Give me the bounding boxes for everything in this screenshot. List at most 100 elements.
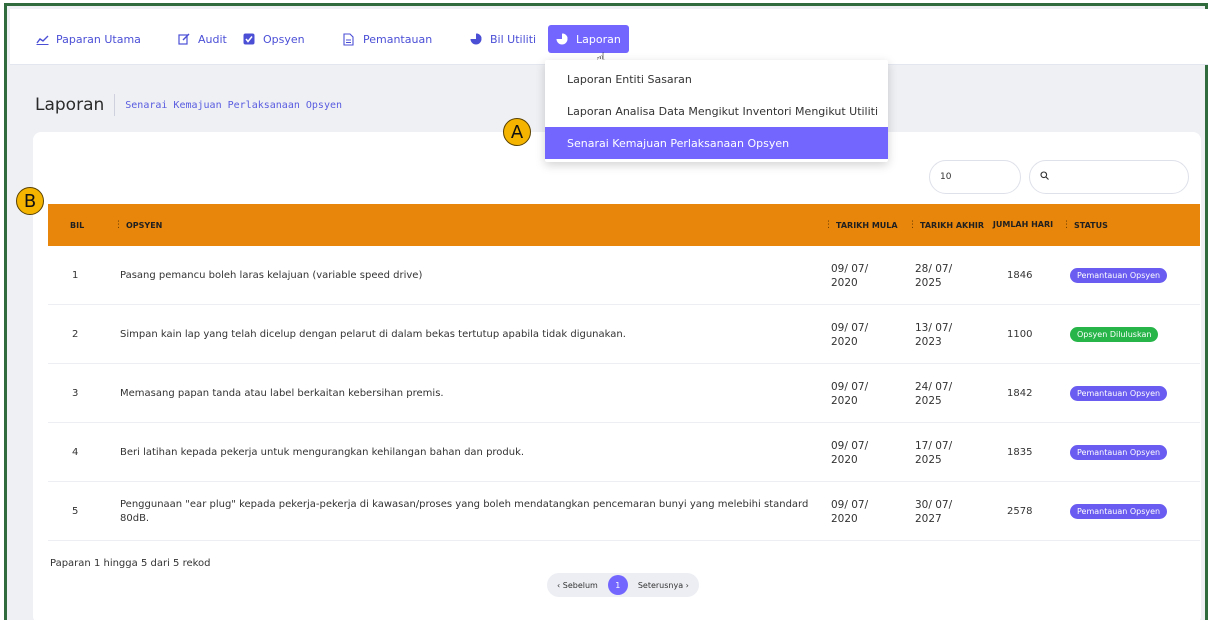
cell-status: Opsyen Diluluskan (1070, 305, 1159, 364)
next-page-button[interactable]: Seterusnya › (634, 581, 693, 590)
cell-opsyen: Beri latihan kepada pekerja untuk mengur… (120, 446, 525, 458)
cell-tarikh-mula: 09/ 07/2020 (831, 482, 868, 541)
app-frame: Paparan Utama Audit Opsyen Pemantauan Bi… (4, 3, 1208, 623)
cell-jumlah-hari: 1835 (1007, 447, 1033, 458)
nav-label: Pemantauan (363, 32, 433, 46)
cell-tarikh-akhir: 28/ 07/2025 (915, 246, 952, 305)
column-label: TARIKH MULA (836, 220, 898, 230)
search-icon (1040, 171, 1049, 183)
nav-item-pemantauan[interactable]: Pemantauan (335, 25, 440, 53)
cell-opsyen: Memasang papan tanda atau label berkaita… (120, 387, 444, 399)
page-1-button[interactable]: 1 (607, 575, 628, 595)
search-input[interactable] (1029, 160, 1189, 194)
cell-tarikh-mula: 09/ 07/2020 (831, 364, 868, 423)
cell-jumlah-hari: 1846 (1007, 270, 1033, 281)
page-size-value: 10 (940, 172, 952, 182)
page-title: Laporan (35, 95, 105, 115)
cell-opsyen: Pasang pemancu boleh laras kelajuan (var… (120, 269, 423, 281)
nav-label: Bil Utiliti (490, 32, 537, 46)
nav-item-laporan[interactable]: Laporan (548, 25, 629, 53)
column-header-status[interactable]: ⋮ STATUS (1062, 204, 1108, 246)
document-icon (343, 32, 357, 46)
table-row: 4 Beri latihan kepada pekerja untuk mengu… (48, 423, 1200, 482)
date-line: 09/ 07/ (831, 439, 869, 452)
date-year: 2020 (831, 512, 858, 525)
annotation-marker-b: B (16, 187, 44, 215)
date-line: 28/ 07/ (915, 262, 953, 275)
table-header: BIL ⋮ OPSYEN ⋮ TARIKH MULA ⋮ TARIKH AKHIR J… (48, 204, 1200, 246)
date-year: 2025 (915, 453, 942, 466)
status-badge: Pemantauan Opsyen (1070, 445, 1168, 460)
cell-status: Pemantauan Opsyen (1070, 246, 1168, 305)
date-year: 2020 (831, 335, 858, 348)
column-header-bil[interactable]: BIL (70, 204, 84, 246)
status-badge: Opsyen Diluluskan (1070, 327, 1159, 342)
cell-status: Pemantauan Opsyen (1070, 482, 1168, 541)
nav-label: Opsyen (263, 32, 305, 46)
table-row: 2 Simpan kain lap yang telah dicelup deng… (48, 305, 1200, 364)
date-line: 13/ 07/ (915, 321, 953, 334)
date-line: 09/ 07/ (831, 262, 869, 275)
cell-tarikh-mula: 09/ 07/2020 (831, 305, 868, 364)
cell-tarikh-akhir: 24/ 07/2025 (915, 364, 952, 423)
date-line: 30/ 07/ (915, 498, 953, 511)
date-line: 09/ 07/ (831, 321, 869, 334)
date-year: 2027 (915, 512, 942, 525)
cell-tarikh-akhir: 17/ 07/2025 (915, 423, 952, 482)
annotation-marker-a: A (503, 118, 531, 146)
laporan-dropdown-menu: Laporan Entiti Sasaran Laporan Analisa D… (545, 60, 888, 162)
cell-bil: 1 (72, 270, 79, 281)
menu-item-laporan-entiti-sasaran[interactable]: Laporan Entiti Sasaran (545, 63, 888, 95)
date-line: 24/ 07/ (915, 380, 953, 393)
pagination: ‹ Sebelum 1 Seterusnya › (547, 573, 699, 597)
cell-jumlah-hari: 1100 (1007, 329, 1033, 340)
cell-jumlah-hari: 2578 (1007, 506, 1033, 517)
page-size-select[interactable]: 10 (929, 160, 1021, 194)
nav-label: Laporan (576, 32, 621, 46)
menu-item-senarai-kemajuan[interactable]: Senarai Kemajuan Perlaksanaan Opsyen (545, 127, 888, 159)
nav-item-opsyen[interactable]: Opsyen (235, 25, 313, 53)
pie-chart-icon (556, 33, 570, 45)
column-header-opsyen[interactable]: ⋮ OPSYEN (114, 204, 162, 246)
table-row: 5 Penggunaan "ear plug" kepada pekerja-pe… (48, 482, 1200, 541)
cell-bil: 3 (72, 388, 79, 399)
menu-item-laporan-analisa-data[interactable]: Laporan Analisa Data Mengikut Inventori … (545, 95, 888, 127)
column-label: JUMLAH HARI (992, 220, 1054, 229)
cell-jumlah-hari: 1842 (1007, 388, 1033, 399)
column-label: OPSYEN (126, 220, 163, 230)
date-line: 17/ 07/ (915, 439, 953, 452)
cell-opsyen: Simpan kain lap yang telah dicelup denga… (120, 328, 626, 340)
column-label: STATUS (1074, 220, 1108, 230)
date-year: 2023 (915, 335, 942, 348)
records-summary: Paparan 1 hingga 5 dari 5 rekod (50, 558, 211, 569)
nav-label: Paparan Utama (56, 32, 141, 46)
status-badge: Pemantauan Opsyen (1070, 268, 1168, 283)
date-year: 2025 (915, 276, 942, 289)
trend-chart-icon (36, 34, 50, 45)
column-label: TARIKH AKHIR (920, 220, 985, 230)
sort-icon: ⋮ (1062, 220, 1071, 230)
column-header-jumlah-hari[interactable]: JUMLAH HARI (993, 204, 1053, 246)
table-row: 1 Pasang pemancu boleh laras kelajuan (va… (48, 246, 1200, 305)
prev-page-button[interactable]: ‹ Sebelum (553, 581, 602, 590)
cell-status: Pemantauan Opsyen (1070, 423, 1168, 482)
nav-item-bil-utiliti[interactable]: Bil Utiliti (462, 25, 544, 53)
cell-tarikh-mula: 09/ 07/2020 (831, 246, 868, 305)
pie-chart-icon (470, 33, 484, 45)
edit-icon (178, 33, 192, 45)
cell-status: Pemantauan Opsyen (1070, 364, 1168, 423)
cell-bil: 4 (72, 447, 79, 458)
cell-tarikh-akhir: 13/ 07/2023 (915, 305, 952, 364)
date-year: 2020 (831, 453, 858, 466)
column-header-tarikh-akhir[interactable]: ⋮ TARIKH AKHIR (908, 204, 984, 246)
column-header-tarikh-mula[interactable]: ⋮ TARIKH MULA (824, 204, 898, 246)
checkbox-icon (243, 33, 257, 45)
sort-icon: ⋮ (824, 220, 833, 230)
nav-item-paparan-utama[interactable]: Paparan Utama (28, 25, 149, 53)
page-header: Laporan Senarai Kemajuan Perlaksanaan Op… (35, 94, 342, 116)
status-badge: Pemantauan Opsyen (1070, 504, 1168, 519)
sort-icon: ⋮ (114, 220, 123, 230)
table-row: 3 Memasang papan tanda atau label berkait… (48, 364, 1200, 423)
date-line: 09/ 07/ (831, 380, 869, 393)
nav-item-audit[interactable]: Audit (170, 25, 235, 53)
